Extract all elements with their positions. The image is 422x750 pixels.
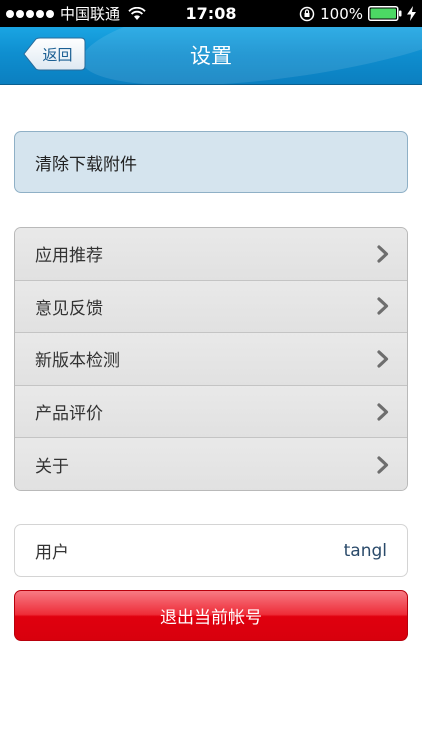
status-right: 100%: [299, 0, 416, 27]
settings-menu: 应用推荐 意见反馈 新版本检测 产品评价 关于: [14, 227, 408, 491]
menu-item-rate-product[interactable]: 产品评价: [15, 385, 407, 439]
chevron-right-icon: [377, 350, 389, 368]
menu-item-label: 应用推荐: [35, 246, 103, 267]
menu-item-label: 关于: [35, 457, 69, 478]
chevron-right-icon: [377, 297, 389, 315]
chevron-right-icon: [377, 402, 389, 421]
rotation-lock-icon: [299, 6, 315, 21]
signal-strength-icon: [6, 9, 54, 18]
battery-icon: [368, 6, 402, 21]
status-bar: 中国联通 17:08 100%: [0, 0, 422, 27]
menu-item-label: 意见反馈: [35, 298, 103, 319]
user-account-row: 用户 tangl: [14, 524, 408, 577]
menu-item-about[interactable]: 关于: [15, 438, 407, 490]
carrier-name: 中国联通: [60, 5, 121, 23]
clear-attachments-button[interactable]: 清除下载附件: [14, 131, 408, 193]
user-label: 用户: [35, 543, 69, 563]
menu-item-label: 新版本检测: [35, 351, 120, 372]
navigation-bar: 设置 返回: [0, 27, 422, 85]
menu-item-check-update[interactable]: 新版本检测: [15, 333, 407, 386]
charging-bolt-icon: [407, 6, 416, 21]
menu-item-app-recommend[interactable]: 应用推荐: [15, 228, 407, 281]
logout-button[interactable]: 退出当前帐号: [14, 590, 408, 641]
chevron-right-icon: [377, 456, 389, 474]
back-button[interactable]: 返回: [23, 37, 86, 71]
chevron-right-icon: [377, 245, 389, 263]
status-left: 中国联通: [0, 3, 170, 24]
wifi-icon: [128, 6, 146, 20]
battery-percent: 100%: [320, 4, 363, 23]
menu-item-label: 产品评价: [35, 404, 103, 425]
back-button-label: 返回: [42, 45, 73, 64]
menu-item-feedback[interactable]: 意见反馈: [15, 280, 407, 334]
logout-button-label: 退出当前帐号: [160, 608, 262, 628]
user-name-value: tangl: [343, 540, 387, 561]
clear-attachments-label: 清除下载附件: [35, 154, 137, 175]
